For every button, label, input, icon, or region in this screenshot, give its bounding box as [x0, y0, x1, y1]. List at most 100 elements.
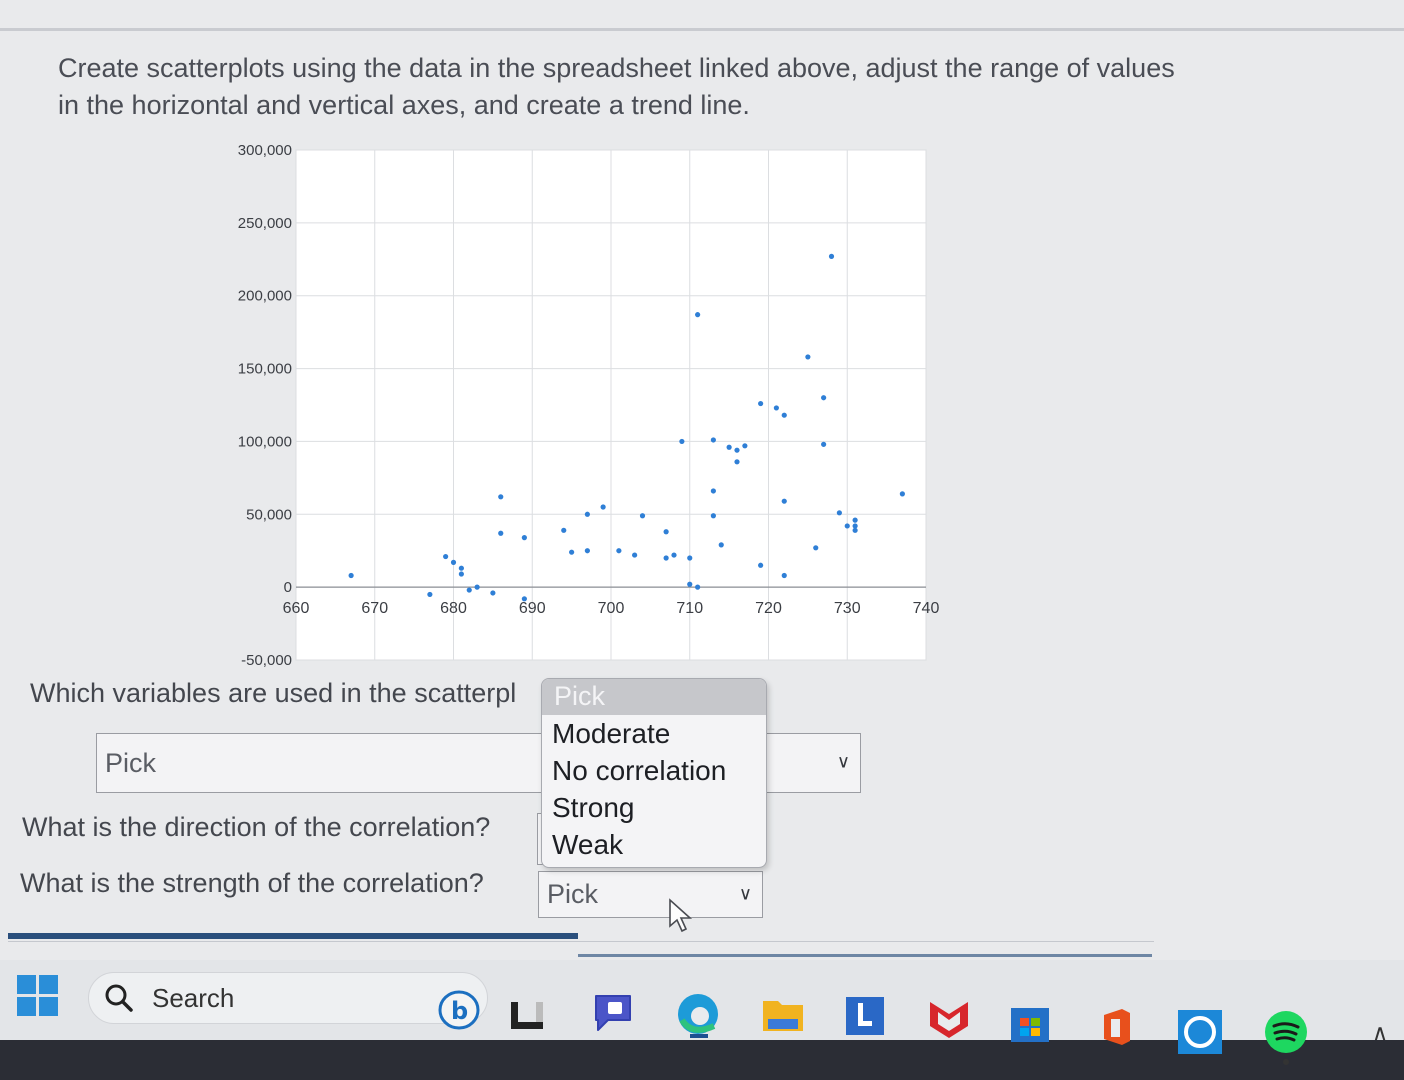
- scatter-chart-svg: 300,000 250,000 200,000 150,000 100,000 50,00…: [238, 142, 940, 669]
- x-tick-label: 710: [676, 600, 703, 617]
- x-tick-label: 740: [913, 600, 940, 617]
- dropdown-option-placeholder[interactable]: Pick: [542, 679, 766, 715]
- data-point: [710, 488, 716, 494]
- data-point: [718, 542, 724, 548]
- taskbar-search-label: Search: [152, 983, 235, 1013]
- strength-select[interactable]: Pick ∨: [538, 871, 763, 918]
- dropdown-option-weak[interactable]: Weak: [542, 826, 766, 863]
- dropdown-option-moderate[interactable]: Moderate: [542, 715, 766, 752]
- data-point: [821, 441, 827, 447]
- mcafee-icon[interactable]: [926, 998, 972, 1040]
- y-tick-label: 0: [284, 579, 292, 596]
- data-point: [821, 395, 827, 401]
- x-tick-label: 720: [755, 600, 782, 617]
- data-point: [490, 590, 496, 596]
- strength-dropdown-menu: Pick Moderate No correlation Strong Weak: [541, 678, 767, 868]
- x-tick-label: 660: [283, 600, 310, 617]
- data-point: [687, 581, 693, 587]
- data-point: [639, 513, 646, 519]
- lenovo-icon[interactable]: [844, 995, 886, 1037]
- data-point: [734, 459, 740, 465]
- search-icon: [105, 984, 133, 1012]
- variables-select-value: Pick: [105, 747, 157, 778]
- y-tick-label: 100,000: [238, 433, 292, 450]
- question-variables: Which variables are used in the scatterp…: [30, 678, 517, 708]
- content-divider: [8, 941, 1154, 942]
- question-strength: What is the strength of the correlation?: [20, 868, 484, 898]
- data-point: [632, 552, 638, 558]
- data-point: [521, 596, 527, 602]
- data-point: [443, 553, 449, 560]
- chevron-down-icon: ∨: [738, 882, 752, 903]
- data-point: [828, 253, 835, 259]
- data-point: [663, 529, 669, 535]
- data-point: [569, 549, 575, 555]
- windows-start-icon[interactable]: [17, 975, 59, 1017]
- data-point: [427, 591, 433, 598]
- y-tick-label: 200,000: [238, 288, 292, 305]
- data-point: [710, 513, 716, 519]
- chevron-down-icon: ∨: [836, 751, 850, 772]
- progress-bar-track: [578, 954, 1152, 957]
- data-point: [781, 572, 787, 579]
- edge-icon[interactable]: [672, 990, 724, 1040]
- data-point: [726, 444, 732, 450]
- taskbar-search-box[interactable]: [88, 972, 488, 1024]
- bing-icon[interactable]: b: [438, 990, 480, 1030]
- data-point: [458, 571, 464, 577]
- data-point: [466, 587, 472, 593]
- office-icon[interactable]: [1096, 1005, 1136, 1049]
- dropdown-option-strong[interactable]: Strong: [542, 789, 766, 826]
- question-direction: What is the direction of the correlation…: [22, 812, 491, 842]
- data-point: [710, 437, 716, 443]
- data-point: [616, 548, 622, 554]
- data-point: [584, 511, 590, 517]
- data-point: [734, 447, 740, 453]
- data-point: [521, 535, 527, 541]
- data-point: [458, 565, 464, 571]
- data-point: [813, 545, 819, 551]
- alexa-icon[interactable]: [1176, 1008, 1224, 1058]
- file-explorer-icon[interactable]: [760, 995, 806, 1035]
- y-tick-label: 50,000: [246, 506, 292, 523]
- data-point: [805, 354, 811, 360]
- data-point: [844, 523, 850, 529]
- data-point: [679, 438, 685, 445]
- chat-icon[interactable]: [590, 990, 636, 1034]
- x-tick-label: 670: [361, 600, 388, 617]
- x-tick-label: 690: [519, 600, 546, 617]
- data-point: [687, 555, 693, 561]
- terminal-icon[interactable]: [508, 1000, 546, 1032]
- data-point: [450, 559, 457, 565]
- x-tick-label: 700: [598, 600, 625, 617]
- store-icon[interactable]: [1008, 1002, 1052, 1044]
- data-point: [348, 572, 354, 579]
- chevron-up-icon[interactable]: ∧: [1372, 1020, 1388, 1046]
- y-tick-label: 250,000: [238, 215, 292, 232]
- data-point: [758, 562, 764, 568]
- data-point: [852, 517, 858, 523]
- data-point: [600, 504, 606, 510]
- data-point: [584, 548, 590, 554]
- x-tick-label: 680: [440, 600, 467, 617]
- dropdown-option-no-correlation[interactable]: No correlation: [542, 752, 766, 789]
- data-point: [561, 527, 567, 533]
- data-point: [899, 491, 905, 497]
- data-point: [836, 510, 842, 516]
- y-tick-label: 300,000: [238, 142, 292, 159]
- spotify-icon[interactable]: [1262, 1008, 1310, 1066]
- page-top-divider: [0, 28, 1404, 31]
- data-point: [781, 498, 787, 504]
- strength-select-value: Pick: [547, 879, 599, 909]
- data-point: [474, 584, 480, 590]
- y-tick-label: 150,000: [238, 361, 292, 378]
- data-point: [758, 400, 764, 407]
- data-point: [852, 523, 858, 529]
- x-tick-label: 730: [834, 600, 861, 617]
- progress-bar-fill: [8, 933, 578, 939]
- svg-text:b: b: [451, 997, 468, 1025]
- data-point: [498, 494, 504, 500]
- scatter-chart: 300,000 250,000 200,000 150,000 100,000 50,00…: [200, 130, 960, 680]
- data-point: [671, 552, 677, 558]
- mouse-cursor-icon: [669, 898, 693, 933]
